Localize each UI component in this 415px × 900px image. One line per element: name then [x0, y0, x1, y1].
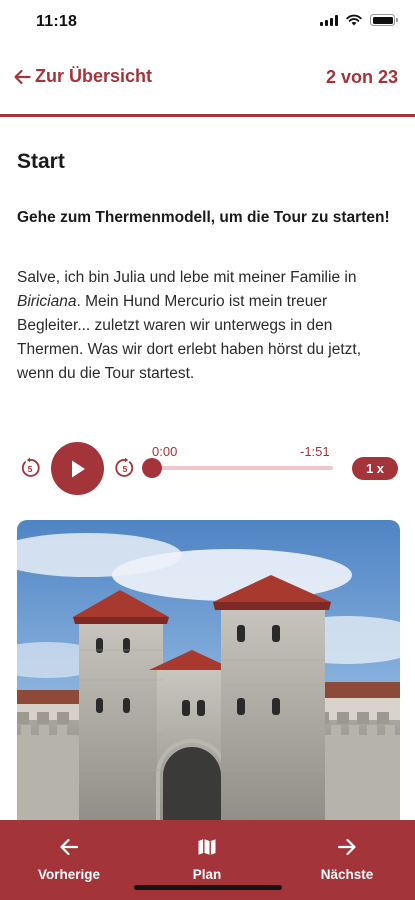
skip-back-button[interactable]: 5: [19, 457, 41, 479]
battery-icon: [370, 14, 398, 26]
skip-forward-button[interactable]: 5: [114, 457, 136, 479]
rewind-5-icon: 5: [21, 457, 40, 477]
status-bar: 11:18: [0, 0, 415, 46]
back-button[interactable]: Zur Übersicht: [13, 66, 152, 87]
arrow-right-icon: [337, 838, 356, 856]
arrow-left-icon: [14, 69, 31, 84]
status-icons: [320, 14, 398, 26]
progress-track[interactable]: [152, 466, 333, 470]
time-remaining: -1:51: [300, 444, 330, 459]
svg-text:5: 5: [28, 464, 33, 474]
station-content[interactable]: Start Gehe zum Thermenmodell, um die Tou…: [0, 117, 415, 820]
svg-text:5: 5: [123, 464, 128, 474]
status-time: 11:18: [36, 13, 78, 30]
place-name: Biriciana: [17, 293, 77, 310]
station-description: Salve, ich bin Julia und lebe mit meiner…: [17, 269, 362, 382]
forward-5-icon: 5: [115, 457, 134, 477]
arrow-left-icon: [60, 838, 79, 856]
map-icon: [198, 839, 216, 855]
play-button[interactable]: [51, 442, 104, 495]
signal-icon: [320, 14, 338, 26]
plan-label: Plan: [192, 867, 222, 882]
previous-label: Vorherige: [37, 867, 100, 882]
home-indicator[interactable]: [134, 885, 282, 890]
station-image: [17, 520, 400, 820]
progress-thumb[interactable]: [142, 458, 162, 478]
nav-bar: Zur Übersicht 2 von 23: [0, 54, 415, 100]
station-title: Start: [17, 150, 65, 173]
previous-button[interactable]: Vorherige: [30, 820, 108, 892]
plan-button[interactable]: Plan: [177, 820, 237, 892]
roman-gate-illustration: [17, 520, 400, 820]
page-indicator: 2 von 23: [325, 67, 398, 87]
station-instruction: Gehe zum Thermenmodell, um die Tour zu s…: [17, 209, 390, 226]
playback-speed-button[interactable]: 1 x: [352, 457, 398, 480]
wifi-icon: [346, 14, 362, 26]
next-button[interactable]: Nächste: [308, 820, 386, 892]
play-icon: [71, 460, 85, 477]
back-label: Zur Übersicht: [35, 66, 153, 86]
audio-player: 5 5 0:00 -1:51 1 x: [0, 437, 415, 501]
next-label: Nächste: [320, 867, 374, 882]
time-elapsed: 0:00: [152, 444, 178, 459]
